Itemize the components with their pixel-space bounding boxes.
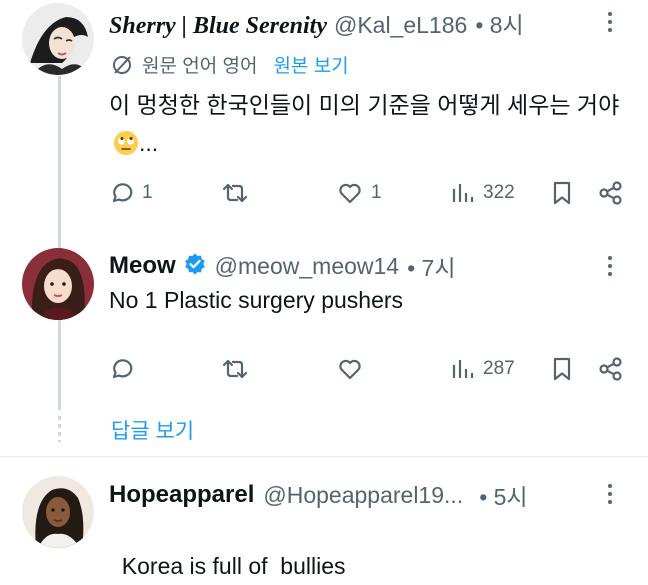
tweet-text-content: No 1 Plastic surgery pushers [109, 287, 404, 313]
more-options-icon[interactable] [607, 256, 613, 280]
views-button[interactable]: 322 [451, 180, 515, 206]
retweet-button[interactable] [220, 180, 250, 206]
reply-icon [112, 359, 133, 379]
view-count: 322 [483, 182, 515, 203]
reply-button[interactable] [108, 356, 134, 382]
reply-icon [112, 183, 133, 203]
reply-count: 1 [142, 182, 153, 203]
timestamp[interactable]: • 5시 [479, 478, 527, 512]
share-icon [599, 181, 622, 205]
tweet-text: No 1 Plastic surgery pushers [109, 281, 403, 319]
tweet-text: 이 멍청한 한국인들이 미의 기준을 어떻게 세우는 거야 ... [109, 86, 629, 167]
share-icon [599, 357, 622, 381]
like-button[interactable] [337, 356, 363, 382]
tweet-text-content: Korea is full of bullies [121, 553, 346, 579]
handle[interactable]: @Hopeapparel19... [263, 482, 463, 509]
display-name[interactable]: Sherry | Blue Serenity [109, 13, 327, 40]
reply-button[interactable]: 1 [108, 180, 153, 206]
like-count: 1 [371, 182, 382, 203]
more-options-icon[interactable] [607, 484, 613, 508]
timestamp[interactable]: • 7시 [407, 249, 455, 283]
avatar-sherry[interactable] [22, 3, 94, 75]
show-replies-link[interactable]: 답글 보기 [111, 415, 194, 445]
bookmark-button[interactable] [551, 356, 573, 382]
translation-source: 원문 언어 영어 [142, 56, 258, 77]
view-count: 287 [483, 358, 515, 379]
thread-line [58, 320, 61, 410]
handle[interactable]: @Kal_eL186 [334, 12, 467, 39]
retweet-icon [222, 359, 248, 379]
tweet-header: Sherry | Blue Serenity @Kal_eL186 • 8시 [109, 6, 524, 40]
like-button[interactable]: 1 [337, 180, 382, 206]
thread-line-dotted [58, 416, 61, 442]
timestamp[interactable]: • 8시 [475, 6, 523, 40]
bookmark-button[interactable] [551, 180, 573, 206]
avatar-image [22, 248, 94, 320]
tweet-text: Korea is full of bullies [109, 509, 346, 585]
heart-icon [339, 183, 361, 204]
bookmark-icon [553, 181, 571, 205]
translate-icon [113, 55, 131, 74]
avatar-image [22, 476, 94, 548]
display-name[interactable]: Hopeapparel [109, 481, 254, 509]
verified-badge-icon [183, 252, 207, 281]
tweet-header: Hopeapparel @Hopeapparel19... • 5시 [109, 479, 528, 511]
handle[interactable]: @meow_meow14 [215, 253, 399, 280]
tweet-text-ellipsis: ... [139, 130, 159, 156]
show-original-link[interactable]: 원본 보기 [273, 51, 348, 78]
thread-line [58, 76, 61, 248]
avatar-image [22, 3, 94, 75]
rolling-eyes-emoji-icon [113, 129, 139, 167]
display-name[interactable]: Meow [109, 252, 176, 280]
share-button[interactable] [598, 180, 624, 206]
tweet-text-content: 이 멍청한 한국인들이 미의 기준을 어떻게 세우는 거야 [109, 92, 620, 118]
views-button[interactable]: 287 [451, 356, 515, 382]
tweet-header: Meow @meow_meow14 • 7시 [109, 250, 456, 282]
avatar-hopeapparel[interactable] [22, 476, 94, 548]
views-chart-icon [452, 360, 474, 378]
share-button[interactable] [598, 356, 624, 382]
retweet-button[interactable] [220, 356, 250, 382]
avatar-meow[interactable] [22, 248, 94, 320]
more-options-icon[interactable] [607, 12, 613, 36]
divider [0, 456, 648, 457]
views-chart-icon [452, 184, 474, 202]
retweet-icon [222, 183, 248, 203]
translation-bar: 원문 언어 영어 원본 보기 [111, 51, 349, 78]
bookmark-icon [553, 357, 571, 381]
heart-icon [339, 359, 361, 380]
